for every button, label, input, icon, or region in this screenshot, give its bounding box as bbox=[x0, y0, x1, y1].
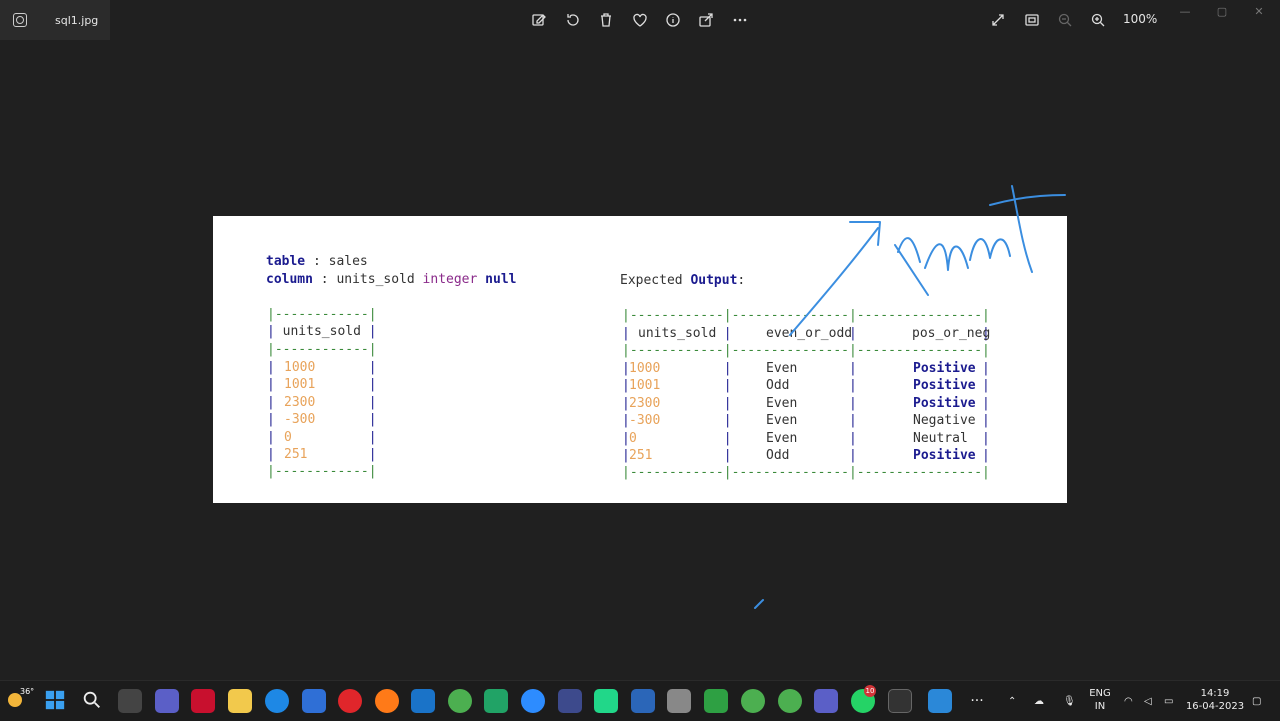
fit-window-icon[interactable] bbox=[1022, 10, 1042, 30]
table-cell: 0 bbox=[629, 431, 637, 446]
chrome-profile-2-icon[interactable] bbox=[778, 689, 802, 713]
edit-image-icon[interactable] bbox=[529, 10, 549, 30]
table-cell: Even bbox=[766, 413, 798, 428]
file-tab[interactable]: sql1.jpg bbox=[0, 0, 110, 40]
column-header: units_sold bbox=[282, 324, 361, 339]
table-cell: Neutral bbox=[913, 431, 968, 446]
file-explorer-icon[interactable] bbox=[228, 689, 252, 713]
store-icon[interactable] bbox=[302, 689, 326, 713]
table-cell: Negative bbox=[913, 413, 976, 428]
table-cell: 251 bbox=[629, 448, 653, 463]
title-bar: sql1.jpg 100% — ▢ ✕ bbox=[0, 0, 1280, 40]
minimize-button[interactable]: — bbox=[1178, 5, 1192, 19]
table-line: table : sales bbox=[266, 254, 368, 269]
info-icon[interactable] bbox=[663, 10, 683, 30]
table-border: |------------| bbox=[267, 464, 377, 479]
table-cell: Positive bbox=[913, 378, 976, 393]
table-cell: Odd bbox=[766, 378, 790, 393]
mcafee-icon[interactable] bbox=[191, 689, 215, 713]
column-header: pos_or_neg bbox=[912, 326, 991, 341]
table-border: |------------|---------------|----------… bbox=[622, 465, 990, 480]
table-cell: 251 bbox=[284, 447, 308, 462]
zoom-level[interactable]: 100% bbox=[1123, 12, 1157, 26]
expected-output-label: Expected Output: bbox=[620, 273, 746, 288]
table-cell: 2300 bbox=[629, 396, 661, 411]
fullscreen-icon[interactable] bbox=[988, 10, 1008, 30]
remote-desktop-icon[interactable] bbox=[411, 689, 435, 713]
more-icon[interactable] bbox=[730, 10, 750, 30]
table-cell: Even bbox=[766, 361, 798, 376]
xampp-icon[interactable] bbox=[631, 689, 655, 713]
notifications-icon[interactable]: ▢ bbox=[1252, 681, 1261, 721]
excel-icon[interactable] bbox=[484, 689, 508, 713]
photos-app-icon bbox=[13, 13, 27, 27]
firefox-icon[interactable] bbox=[375, 689, 399, 713]
table-cell: 0 bbox=[284, 430, 292, 445]
wifi-icon[interactable]: ◠ bbox=[1124, 681, 1133, 721]
table-cell: Positive bbox=[913, 448, 976, 463]
show-hidden-icons-icon[interactable]: ⌃ bbox=[1008, 681, 1016, 721]
table-cell: Even bbox=[766, 396, 798, 411]
table-cell: Positive bbox=[913, 396, 976, 411]
rotate-icon[interactable] bbox=[563, 10, 583, 30]
weather-temp: 36° bbox=[20, 687, 35, 696]
table-cell: 2300 bbox=[284, 395, 316, 410]
onedrive-icon[interactable]: ☁ bbox=[1034, 681, 1044, 721]
table-cell: Positive bbox=[913, 361, 976, 376]
teams-icon[interactable] bbox=[814, 689, 838, 713]
column-line: column : units_sold integer null bbox=[266, 272, 517, 287]
weather-widget[interactable]: 36° bbox=[8, 687, 35, 713]
whatsapp-badge: 10 bbox=[864, 685, 876, 697]
close-button[interactable]: ✕ bbox=[1252, 5, 1266, 19]
column-header: units_sold bbox=[638, 326, 717, 341]
zoom-icon[interactable] bbox=[521, 689, 545, 713]
microphone-icon[interactable]: 🎙 bbox=[1063, 681, 1076, 721]
table-cell: Odd bbox=[766, 448, 790, 463]
table-cell: 1001 bbox=[284, 377, 316, 392]
taskbar: 36° 10 ··· ⌃ ☁ 🎙 ENG IN ◠ ◁ ▭ 14:19 16-0… bbox=[0, 680, 1280, 721]
displayed-image[interactable]: table : sales column : units_sold intege… bbox=[213, 216, 1067, 503]
notepad-icon[interactable] bbox=[667, 689, 691, 713]
language-indicator[interactable]: ENG IN bbox=[1088, 687, 1112, 713]
table-cell: 1000 bbox=[629, 361, 661, 376]
battery-icon[interactable]: ▭ bbox=[1164, 681, 1173, 721]
maximize-button[interactable]: ▢ bbox=[1215, 5, 1229, 19]
file-name: sql1.jpg bbox=[55, 13, 99, 27]
table-cell: 1000 bbox=[284, 360, 316, 375]
terminal-icon[interactable] bbox=[888, 689, 912, 713]
table-cell: Even bbox=[766, 431, 798, 446]
table-border: |------------|---------------|----------… bbox=[622, 343, 990, 358]
more-apps-icon[interactable]: ··· bbox=[965, 689, 989, 713]
zoom-out-icon[interactable] bbox=[1055, 10, 1075, 30]
delete-icon[interactable] bbox=[596, 10, 616, 30]
photos-icon[interactable] bbox=[928, 689, 952, 713]
app-icon[interactable] bbox=[558, 689, 582, 713]
chrome-profile-icon[interactable] bbox=[741, 689, 765, 713]
zoom-in-icon[interactable] bbox=[1088, 10, 1108, 30]
table-cell: -300 bbox=[284, 412, 316, 427]
search-icon[interactable] bbox=[81, 689, 105, 713]
teams-chat-icon[interactable] bbox=[155, 689, 179, 713]
column-header: even_or_odd bbox=[766, 326, 853, 341]
share-icon[interactable] bbox=[696, 10, 716, 30]
start-icon[interactable] bbox=[44, 689, 68, 713]
pycharm-icon[interactable] bbox=[594, 689, 618, 713]
sheets-icon[interactable] bbox=[704, 689, 728, 713]
favorite-icon[interactable] bbox=[630, 10, 650, 30]
chrome-icon[interactable] bbox=[448, 689, 472, 713]
opera-icon[interactable] bbox=[338, 689, 362, 713]
table-cell: -300 bbox=[629, 413, 661, 428]
clock[interactable]: 14:19 16-04-2023 bbox=[1185, 687, 1245, 713]
table-border: |------------|---------------|----------… bbox=[622, 308, 990, 323]
left-table-header-row: | units_sold | bbox=[267, 324, 377, 339]
edge-icon[interactable] bbox=[265, 689, 289, 713]
task-view-icon[interactable] bbox=[118, 689, 142, 713]
table-border: |------------| bbox=[267, 307, 377, 322]
table-border: |------------| bbox=[267, 342, 377, 357]
table-cell: 1001 bbox=[629, 378, 661, 393]
volume-icon[interactable]: ◁ bbox=[1144, 681, 1152, 721]
